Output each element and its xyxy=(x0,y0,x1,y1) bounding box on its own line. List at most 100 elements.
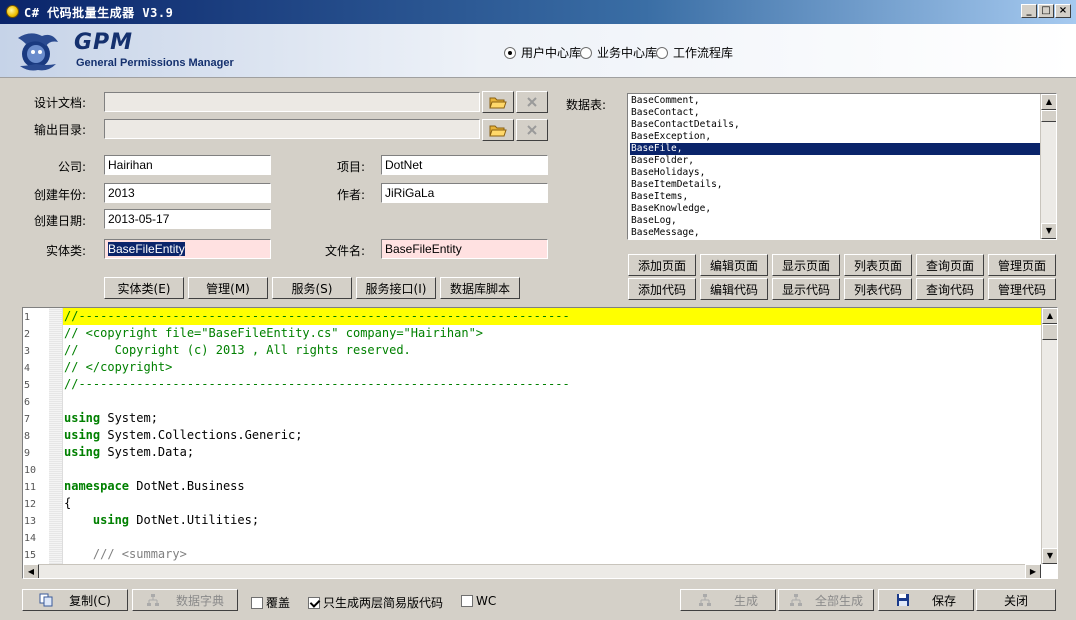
radio-icon xyxy=(580,46,592,59)
output-dir-label: 输出目录: xyxy=(33,123,86,137)
window-title: C# 代码批量生成器 V3.9 xyxy=(24,6,174,20)
title-bar[interactable]: C# 代码批量生成器 V3.9 _ □ × xyxy=(0,0,1076,24)
database-script-button[interactable]: 数据库脚本 xyxy=(440,277,520,299)
code-editor[interactable]: 1 2 3 4 5 6 7 8 9 10 11 12 13 14 15 //--… xyxy=(22,307,1058,579)
list-page-button[interactable]: 列表页面 xyxy=(844,254,912,276)
line-number: 9 xyxy=(24,448,31,459)
company-label: 公司: xyxy=(57,160,86,174)
scroll-right-icon[interactable]: ▶ xyxy=(1025,564,1041,578)
fold-margin xyxy=(49,308,63,564)
close-button[interactable]: 关闭 xyxy=(976,589,1056,611)
logo-subtitle: General Permissions Manager xyxy=(76,57,234,69)
copy-button[interactable]: 复制(C) xyxy=(22,589,128,611)
list-item[interactable]: BaseKnowledge, xyxy=(630,203,1040,215)
table-list: BaseComment, BaseContact, BaseContactDet… xyxy=(628,94,1040,239)
show-code-button[interactable]: 显示代码 xyxy=(772,278,840,300)
two-tier-checkbox[interactable]: 只生成两层简易版代码 xyxy=(308,594,443,611)
wc-checkbox[interactable]: WC xyxy=(461,594,496,608)
clear-design-doc-button[interactable] xyxy=(516,91,548,113)
query-page-button[interactable]: 查询页面 xyxy=(916,254,984,276)
clear-x-icon xyxy=(527,125,537,135)
list-item[interactable]: BaseItemDetails, xyxy=(630,179,1040,191)
minimize-button[interactable]: _ xyxy=(1021,4,1037,18)
entity-field[interactable]: BaseFileEntity xyxy=(104,239,271,259)
company-field[interactable]: Hairihan xyxy=(104,155,271,175)
list-item[interactable]: BaseFolder, xyxy=(630,155,1040,167)
list-item[interactable]: BaseComment, xyxy=(630,95,1040,107)
filename-label: 文件名: xyxy=(324,244,365,258)
line-number: 10 xyxy=(24,465,37,476)
list-item[interactable]: BaseItems, xyxy=(630,191,1040,203)
code-line: using System.Data; xyxy=(64,445,195,459)
generate-button[interactable]: 生成 xyxy=(680,589,776,611)
maximize-button[interactable]: □ xyxy=(1038,4,1054,18)
edit-code-button[interactable]: 编辑代码 xyxy=(700,278,768,300)
browse-output-dir-button[interactable] xyxy=(482,119,514,141)
scroll-down-icon[interactable]: ▼ xyxy=(1042,548,1057,564)
list-item[interactable]: BaseContact, xyxy=(630,107,1040,119)
scroll-thumb[interactable] xyxy=(1042,324,1057,340)
project-field[interactable]: DotNet xyxy=(381,155,548,175)
editor-hscrollbar[interactable]: ◀ ▶ xyxy=(23,564,1041,578)
edit-page-button[interactable]: 编辑页面 xyxy=(700,254,768,276)
close-window-button[interactable]: × xyxy=(1055,4,1071,18)
folder-open-icon xyxy=(489,125,507,137)
app-icon xyxy=(6,5,19,18)
code-line: using System.Collections.Generic; xyxy=(64,428,303,442)
manager-button[interactable]: 管理(M) xyxy=(188,277,268,299)
service-interface-button[interactable]: 服务接口(I) xyxy=(356,277,436,299)
save-button[interactable]: 保存 xyxy=(878,589,974,611)
db-option-business[interactable]: 业务中心库 xyxy=(580,44,657,61)
browse-design-doc-button[interactable] xyxy=(482,91,514,113)
code-line: using DotNet.Utilities; xyxy=(92,513,260,527)
scroll-up-icon[interactable]: ▲ xyxy=(1041,94,1056,110)
hierarchy-icon xyxy=(146,594,159,606)
clear-output-dir-button[interactable] xyxy=(516,119,548,141)
list-item[interactable]: BaseHolidays, xyxy=(630,167,1040,179)
entity-class-button[interactable]: 实体类(E) xyxy=(104,277,184,299)
hierarchy-icon xyxy=(698,594,711,606)
add-page-button[interactable]: 添加页面 xyxy=(628,254,696,276)
scroll-down-icon[interactable]: ▼ xyxy=(1041,223,1056,239)
output-dir-field[interactable] xyxy=(104,119,480,139)
date-field[interactable]: 2013-05-17 xyxy=(104,209,271,229)
overwrite-checkbox[interactable]: 覆盖 xyxy=(251,594,290,611)
design-doc-field[interactable] xyxy=(104,92,480,112)
year-field[interactable]: 2013 xyxy=(104,183,271,203)
manage-page-button[interactable]: 管理页面 xyxy=(988,254,1056,276)
filename-field[interactable]: BaseFileEntity xyxy=(381,239,548,259)
line-number: 12 xyxy=(24,499,37,510)
show-page-button[interactable]: 显示页面 xyxy=(772,254,840,276)
line-number: 13 xyxy=(24,516,37,527)
query-code-button[interactable]: 查询代码 xyxy=(916,278,984,300)
list-item[interactable]: BaseMessage, xyxy=(630,227,1040,239)
tables-listbox[interactable]: BaseComment, BaseContact, BaseContactDet… xyxy=(627,93,1057,240)
editor-vscrollbar[interactable]: ▲ ▼ xyxy=(1041,308,1057,564)
code-line: //--------------------------------------… xyxy=(64,377,570,391)
scroll-up-icon[interactable]: ▲ xyxy=(1042,308,1057,324)
code-lines[interactable]: //--------------------------------------… xyxy=(63,308,1043,564)
radio-icon xyxy=(656,46,668,59)
scroll-left-icon[interactable]: ◀ xyxy=(23,564,39,578)
tables-scrollbar[interactable]: ▲ ▼ xyxy=(1040,94,1056,239)
manage-code-button[interactable]: 管理代码 xyxy=(988,278,1056,300)
service-button[interactable]: 服务(S) xyxy=(272,277,352,299)
list-item[interactable]: BaseContactDetails, xyxy=(630,119,1040,131)
checkbox-icon xyxy=(251,596,263,609)
list-item-selected[interactable]: BaseFile, xyxy=(630,143,1040,155)
list-item[interactable]: BaseLog, xyxy=(630,215,1040,227)
list-code-button[interactable]: 列表代码 xyxy=(844,278,912,300)
data-dictionary-button[interactable]: 数据字典 xyxy=(132,589,238,611)
db-option-workflow[interactable]: 工作流程库 xyxy=(656,44,733,61)
code-line: // </copyright> xyxy=(64,360,173,374)
generate-all-button[interactable]: 全部生成 xyxy=(778,589,874,611)
db-option-user[interactable]: 用户中心库 xyxy=(504,44,581,61)
line-number: 2 xyxy=(24,329,31,340)
author-field[interactable]: JiRiGaLa xyxy=(381,183,548,203)
code-line: // Copyright (c) 2013 , All rights reser… xyxy=(64,343,411,357)
list-item[interactable]: BaseException, xyxy=(630,131,1040,143)
scroll-thumb[interactable] xyxy=(1041,110,1056,122)
add-code-button[interactable]: 添加代码 xyxy=(628,278,696,300)
